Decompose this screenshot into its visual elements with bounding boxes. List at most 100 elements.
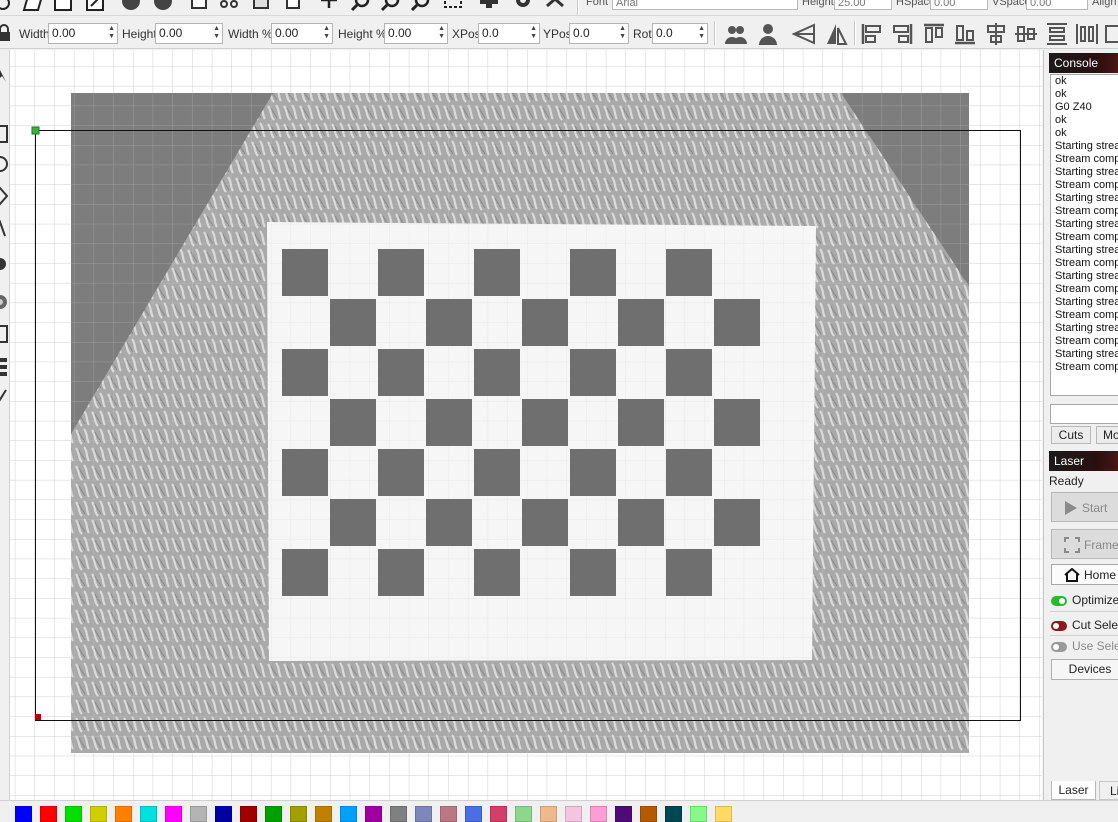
ellipse-tool-icon[interactable] (0, 154, 8, 174)
console-command-input[interactable] (1050, 404, 1118, 424)
color-swatch[interactable] (340, 806, 357, 822)
console-output[interactable]: okokG0 Z40okokStarting streamStream comp… (1050, 74, 1118, 396)
spin-arrows-icon[interactable]: ▲ ▼ (530, 25, 537, 41)
color-swatch[interactable] (90, 806, 107, 822)
polygon-tool-icon[interactable] (0, 186, 8, 206)
text-tool-icon[interactable] (0, 220, 6, 240)
tabs-tool-icon[interactable] (0, 324, 8, 344)
vspace-input[interactable]: 0.00 (1026, 0, 1088, 10)
flip-horizontal-icon[interactable] (792, 22, 816, 46)
color-swatch[interactable] (715, 806, 732, 822)
ypos-input[interactable]: 0.0 ▲ ▼ (569, 23, 629, 44)
paste-icon[interactable] (250, 0, 272, 14)
height-input[interactable]: 0.00 ▲ ▼ (155, 23, 223, 44)
workspace-canvas[interactable]: 0 80 160 240 320 400 480 0 80 160 240 32… (10, 50, 1042, 800)
save-file-icon[interactable] (52, 0, 74, 14)
color-swatch[interactable] (165, 806, 182, 822)
color-swatch[interactable] (215, 806, 232, 822)
rotation-input[interactable]: 0.0 ▲ ▼ (652, 23, 708, 44)
color-swatch[interactable] (665, 806, 682, 822)
color-swatch[interactable] (365, 806, 382, 822)
font-select[interactable]: Arial (612, 0, 798, 10)
color-swatch[interactable] (65, 806, 82, 822)
align-right-icon[interactable] (890, 22, 914, 46)
color-swatch[interactable] (415, 806, 432, 822)
color-swatch[interactable] (40, 806, 57, 822)
cut-selected-toggle[interactable]: Cut Selected (1051, 618, 1118, 632)
open-file-icon[interactable] (22, 0, 44, 14)
flip-vertical-icon[interactable] (824, 22, 848, 46)
align-vcenter-icon[interactable] (1014, 22, 1038, 46)
home-button[interactable]: Home (1051, 564, 1118, 585)
width-input[interactable]: 0.00 ▲ ▼ (48, 23, 118, 44)
redo-icon[interactable] (152, 0, 174, 14)
color-swatch[interactable] (690, 806, 707, 822)
color-swatch[interactable] (15, 806, 32, 822)
spin-arrows-icon[interactable]: ▲ ▼ (108, 25, 115, 41)
start-button[interactable]: Start (1051, 492, 1118, 522)
lock-icon[interactable] (0, 24, 11, 42)
edit-nodes-icon[interactable] (0, 0, 14, 14)
color-swatch[interactable] (515, 806, 532, 822)
tab-library[interactable]: Library (1099, 781, 1118, 800)
distribute-horizontal-icon[interactable] (1075, 22, 1099, 46)
spin-arrows-icon[interactable]: ▲ ▼ (698, 25, 705, 41)
color-swatch[interactable] (590, 806, 607, 822)
color-swatch[interactable] (615, 806, 632, 822)
frame-button[interactable]: Frame (1051, 529, 1118, 559)
spin-arrows-icon[interactable]: ▲ ▼ (619, 25, 626, 41)
import-icon[interactable] (84, 0, 106, 14)
select-tool-icon[interactable] (0, 64, 8, 84)
zoom-out-icon[interactable] (380, 0, 402, 14)
color-swatch[interactable] (240, 806, 257, 822)
undo-icon[interactable] (120, 0, 142, 14)
zoom-in-icon[interactable] (350, 0, 372, 14)
color-swatch[interactable] (315, 806, 332, 822)
tab-cuts[interactable]: Cuts (1051, 426, 1091, 444)
rectangle-tool-icon[interactable] (0, 124, 8, 144)
tab-move[interactable]: Move (1096, 426, 1118, 444)
zoom-fit-icon[interactable] (410, 0, 432, 14)
align-left-icon[interactable] (860, 22, 884, 46)
align-hcenter-icon[interactable] (984, 22, 1008, 46)
color-swatch[interactable] (565, 806, 582, 822)
distribute-vertical-icon[interactable] (1045, 22, 1069, 46)
color-swatch[interactable] (265, 806, 282, 822)
devices-button[interactable]: Devices (1051, 659, 1118, 680)
copy-icon[interactable] (188, 0, 210, 14)
optimize-toggle[interactable]: Optimize (1051, 593, 1118, 607)
use-selection-toggle[interactable]: Use Selection (1051, 639, 1118, 653)
ungroup-icon[interactable] (756, 22, 780, 46)
width-percent-input[interactable]: 0.00 ▲ ▼ (271, 23, 333, 44)
color-swatch[interactable] (390, 806, 407, 822)
position-laser-icon[interactable] (0, 254, 8, 274)
spin-arrows-icon[interactable]: ▲ ▼ (438, 25, 445, 41)
color-swatch[interactable] (640, 806, 657, 822)
measure-tool-icon[interactable] (0, 292, 8, 312)
tab-laser[interactable]: Laser (1051, 781, 1096, 800)
tools-icon[interactable] (544, 0, 566, 14)
frame-select-icon[interactable] (442, 0, 464, 14)
color-swatch[interactable] (290, 806, 307, 822)
hspace-input[interactable]: 0.00 (930, 0, 988, 10)
text-height-input[interactable]: 25.00 (834, 0, 892, 10)
group-icon[interactable] (724, 22, 748, 46)
monitor-icon[interactable] (478, 0, 500, 14)
array-tool-icon[interactable] (0, 356, 8, 378)
color-swatch[interactable] (440, 806, 457, 822)
spin-arrows-icon[interactable]: ▲ ▼ (213, 25, 220, 41)
align-bottom-icon[interactable] (953, 22, 977, 46)
cut-icon[interactable] (218, 0, 240, 14)
color-swatch[interactable] (140, 806, 157, 822)
color-swatch[interactable] (490, 806, 507, 822)
color-swatch[interactable] (540, 806, 557, 822)
dock-toggle-icon[interactable] (1104, 22, 1118, 46)
height-percent-input[interactable]: 0.00 ▲ ▼ (384, 23, 448, 44)
edit-tool-icon[interactable] (0, 388, 8, 408)
delete-icon[interactable] (282, 0, 304, 14)
spin-arrows-icon[interactable]: ▲ ▼ (323, 25, 330, 41)
align-top-icon[interactable] (922, 22, 946, 46)
xpos-input[interactable]: 0.0 ▲ ▼ (478, 23, 540, 44)
settings-gear-icon[interactable] (512, 0, 534, 14)
move-icon[interactable] (318, 0, 340, 14)
